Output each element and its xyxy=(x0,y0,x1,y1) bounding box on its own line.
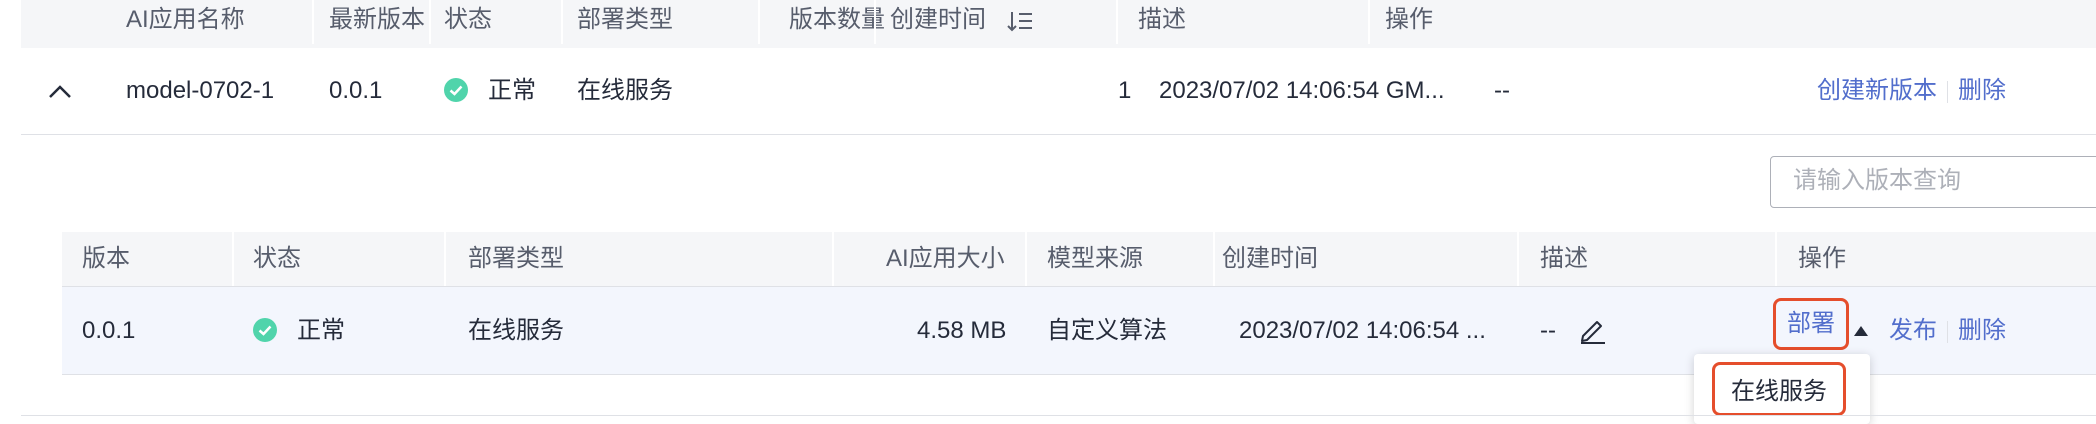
created-time: 2023/07/02 14:06:54 GM... xyxy=(1159,77,1445,104)
row-actions: 发布 删除 xyxy=(1889,287,2006,374)
col-header-version: 版本 xyxy=(82,245,130,272)
chevron-up-icon[interactable] xyxy=(47,48,73,134)
status-cell: 正常 xyxy=(253,287,345,374)
col-header-description: 描述 xyxy=(1540,245,1588,272)
header-divider xyxy=(1775,232,1777,286)
col-header-created-time-label: 创建时间 xyxy=(890,6,986,33)
check-circle-icon xyxy=(253,317,277,342)
description: -- xyxy=(1540,317,1556,344)
created-time: 2023/07/02 14:06:54 ... xyxy=(1239,317,1486,344)
header-divider xyxy=(1213,232,1215,286)
header-divider xyxy=(874,0,876,44)
col-header-actions: 操作 xyxy=(1798,245,1846,272)
col-header-app-size: AI应用大小 xyxy=(886,245,1005,272)
main-table-header: AI应用名称 最新版本 状态 部署类型 版本数量 创建时间 描述 操作 xyxy=(21,0,2096,49)
deploy-type: 在线服务 xyxy=(577,77,673,104)
app-size: 4.58 MB xyxy=(917,317,1007,344)
header-divider xyxy=(1025,232,1027,286)
sort-desc-icon[interactable] xyxy=(1006,10,1033,32)
col-header-ai-app-name: AI应用名称 xyxy=(126,6,245,33)
model-source: 自定义算法 xyxy=(1047,317,1167,344)
table-bottom-divider xyxy=(21,415,2096,416)
delete-version-link[interactable]: 删除 xyxy=(1958,317,2006,344)
col-header-deploy-type: 部署类型 xyxy=(577,6,673,33)
col-header-actions: 操作 xyxy=(1385,6,1433,33)
deploy-button[interactable]: 部署 xyxy=(1773,298,1849,350)
version-search-input[interactable] xyxy=(1771,157,2093,205)
header-divider xyxy=(1368,0,1370,44)
status-text: 正常 xyxy=(488,77,536,104)
col-header-deploy-type: 部署类型 xyxy=(468,245,564,272)
model-list-page: AI应用名称 最新版本 状态 部署类型 版本数量 创建时间 描述 操作 mode… xyxy=(0,0,2096,424)
col-header-description: 描述 xyxy=(1138,6,1186,33)
header-divider xyxy=(561,0,563,44)
main-table-row: model-0702-1 0.0.1 正常 在线服务 1 2023/07/02 … xyxy=(21,48,2096,135)
header-divider xyxy=(444,232,446,286)
header-divider xyxy=(1517,232,1519,286)
publish-link[interactable]: 发布 xyxy=(1889,317,1937,344)
deploy-option-online-service[interactable]: 在线服务 xyxy=(1712,362,1846,416)
action-divider xyxy=(1947,80,1948,103)
header-divider xyxy=(832,232,834,286)
pencil-icon[interactable] xyxy=(1577,314,1607,344)
latest-version: 0.0.1 xyxy=(329,77,383,104)
action-divider xyxy=(1947,320,1948,343)
status-text: 正常 xyxy=(297,317,345,344)
col-header-model-source: 模型来源 xyxy=(1047,245,1143,272)
deploy-type: 在线服务 xyxy=(468,317,564,344)
header-divider xyxy=(312,0,314,44)
row-actions: 创建新版本 删除 xyxy=(1817,48,2006,134)
col-header-status: 状态 xyxy=(253,245,301,272)
deploy-dropdown-menu: 在线服务 xyxy=(1694,354,1870,424)
caret-up-icon xyxy=(1854,326,1868,336)
header-divider xyxy=(1116,0,1118,44)
description: -- xyxy=(1494,77,1510,104)
ai-app-name-link[interactable]: model-0702-1 xyxy=(126,48,274,134)
col-header-status: 状态 xyxy=(444,6,492,33)
header-divider xyxy=(429,0,431,44)
version-count: 1 xyxy=(1118,77,1132,104)
status-cell: 正常 xyxy=(444,48,536,134)
description-cell: -- xyxy=(1540,287,1607,374)
delete-app-link[interactable]: 删除 xyxy=(1958,77,2006,104)
col-header-version-count: 版本数量 xyxy=(789,6,885,33)
collapse-toggle[interactable] xyxy=(47,48,73,134)
version-link[interactable]: 0.0.1 xyxy=(82,287,135,374)
header-divider xyxy=(758,0,760,44)
version-table-header: 版本 状态 部署类型 AI应用大小 模型来源 创建时间 描述 操作 xyxy=(62,232,2096,287)
header-divider xyxy=(232,232,234,286)
col-header-created-time: 创建时间 xyxy=(1222,245,1318,272)
version-search-box[interactable] xyxy=(1770,156,2096,208)
col-header-latest-version: 最新版本 xyxy=(329,6,425,33)
create-new-version-link[interactable]: 创建新版本 xyxy=(1817,77,1937,104)
col-header-created-time[interactable]: 创建时间 xyxy=(890,0,1033,40)
check-circle-icon xyxy=(444,77,468,102)
